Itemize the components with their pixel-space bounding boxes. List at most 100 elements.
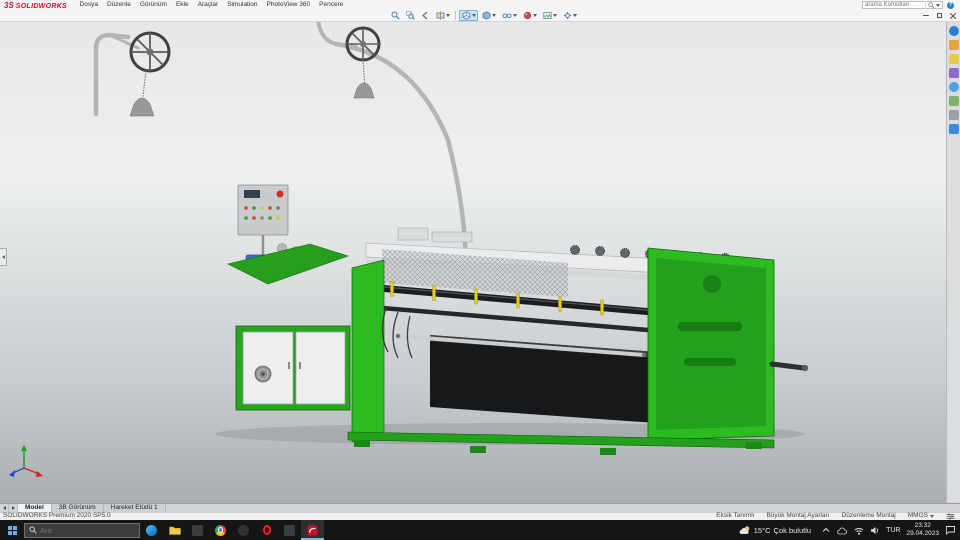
featuremanager-collapsed-tab[interactable]: [0, 248, 7, 266]
3d-viewport-canvas[interactable]: [0, 22, 960, 503]
edge-icon: [146, 525, 157, 536]
zoom-to-area-icon: [406, 11, 415, 20]
status-right-cluster: Eksik Tanımlı Büyük Montaj Ayarları Düze…: [716, 513, 957, 520]
command-search-input[interactable]: [863, 2, 925, 8]
appearances-scenes-icon[interactable]: [949, 82, 959, 92]
help-icon[interactable]: ?: [947, 2, 954, 9]
menu-dosya[interactable]: Dosya: [75, 0, 102, 10]
taskbar-app-edge[interactable]: [140, 520, 163, 540]
action-center-icon[interactable]: [945, 525, 956, 535]
taskbar-weather-widget[interactable]: 15°C Çok bulutlu: [735, 520, 815, 540]
search-icon: [29, 526, 37, 534]
menu-ekle[interactable]: Ekle: [171, 0, 193, 10]
menu-simulation[interactable]: Simulation: [223, 0, 262, 10]
taskbar-app-opera[interactable]: [255, 520, 278, 540]
view-palette-icon[interactable]: [949, 68, 959, 78]
menu-gorunum[interactable]: Görünüm: [135, 0, 171, 10]
right-end-frame: [648, 248, 774, 440]
weather-temp: 15°C: [754, 526, 771, 535]
taskbar-app-dark-1[interactable]: [186, 520, 209, 540]
status-bar: SOLIDWORKS Premium 2020 SP5.0 Eksik Tanı…: [0, 512, 960, 520]
hoses: [382, 308, 412, 358]
heads-up-toolbar: [0, 10, 960, 22]
command-search-box[interactable]: [862, 1, 943, 9]
design-library-icon[interactable]: [949, 40, 959, 50]
solidworks-forum-icon[interactable]: [949, 110, 959, 120]
solidworks-add-ins-icon[interactable]: [949, 124, 959, 134]
chrome-icon: [215, 525, 226, 536]
previous-view-icon: [421, 11, 430, 20]
chevron-down-icon: [533, 14, 537, 17]
appearance-sphere-icon: [523, 11, 532, 20]
chevron-down-icon: [472, 14, 476, 17]
speaker-icon[interactable]: [870, 526, 880, 535]
tab-motion-study-1[interactable]: Hareket Etüdü 1: [104, 504, 166, 512]
chevron-down-icon: [492, 14, 496, 17]
taskbar-search-box[interactable]: [24, 523, 140, 538]
view-orientation-button[interactable]: [459, 10, 478, 21]
menu-photoview-360[interactable]: PhotoView 360: [262, 0, 315, 10]
zoom-to-fit-icon: [391, 11, 400, 20]
close-icon[interactable]: [950, 13, 956, 19]
solidworks-logo: 3S SOLIDWORKS: [4, 1, 67, 10]
wire-spool-wheel-right[interactable]: [347, 28, 379, 98]
tab-3d-views[interactable]: 3B Görünüm: [52, 504, 104, 512]
graphics-area[interactable]: [0, 22, 960, 503]
search-icon: [928, 2, 935, 9]
electrical-cabinet[interactable]: [236, 326, 350, 410]
chevron-down-icon: [573, 14, 577, 17]
toolbar-separator: [455, 11, 456, 20]
solidworks-window: 3S SOLIDWORKS Dosya Düzenle Görünüm Ekle…: [0, 0, 960, 540]
tab-scroll-left[interactable]: [0, 504, 9, 512]
section-view-button[interactable]: [433, 10, 452, 21]
taskbar-app-solidworks[interactable]: [301, 520, 324, 540]
task-pane: [946, 22, 960, 503]
cad-model-machine[interactable]: [215, 228, 808, 455]
hidden-icons-chevron-icon[interactable]: [821, 526, 831, 534]
edit-appearance-button[interactable]: [520, 10, 539, 21]
restore-icon[interactable]: [937, 13, 942, 18]
onedrive-cloud-icon[interactable]: [837, 526, 848, 535]
apply-scene-button[interactable]: [540, 10, 559, 21]
zoom-to-fit-button[interactable]: [388, 10, 402, 21]
taskbar-app-dark-3[interactable]: [278, 520, 301, 540]
opera-icon: [263, 525, 271, 535]
start-button[interactable]: [0, 520, 24, 540]
view-settings-button[interactable]: [560, 10, 579, 21]
menu-araclar[interactable]: Araçlar: [193, 0, 223, 10]
tab-model[interactable]: Model: [18, 504, 52, 512]
document-window-controls: [923, 10, 956, 21]
display-style-button[interactable]: [479, 10, 498, 21]
wire-infeed-section: [228, 244, 348, 285]
taskbar-app-dark-2[interactable]: [232, 520, 255, 540]
unit-system-selector[interactable]: MMGS: [908, 513, 934, 520]
zoom-to-area-button[interactable]: [403, 10, 417, 21]
tab-scroll-right[interactable]: [9, 504, 18, 512]
taskbar-search-input[interactable]: [40, 526, 124, 535]
logo-text: SOLIDWORKS: [16, 3, 67, 10]
chevron-down-icon: [446, 14, 450, 17]
status-options-icon[interactable]: [946, 513, 955, 520]
view-settings-icon: [563, 11, 572, 20]
solidworks-resources-icon[interactable]: [949, 26, 959, 36]
custom-properties-icon[interactable]: [949, 96, 959, 106]
minimize-icon[interactable]: [923, 15, 929, 16]
language-indicator[interactable]: TUR: [886, 527, 900, 534]
taskbar-app-chrome[interactable]: [209, 520, 232, 540]
taskbar-app-file-explorer[interactable]: [163, 520, 186, 540]
app-icon: [238, 525, 249, 536]
folder-icon: [169, 525, 181, 535]
large-assembly-settings-label[interactable]: Büyük Montaj Ayarları: [766, 513, 829, 520]
orientation-triad: [9, 445, 43, 477]
hide-show-items-button[interactable]: [499, 10, 519, 21]
network-icon[interactable]: [854, 526, 864, 535]
menu-pencere[interactable]: Pencere: [315, 0, 348, 10]
menu-duzenle[interactable]: Düzenle: [102, 0, 135, 10]
view-toolbar-icons: [388, 10, 579, 21]
chevron-down-icon: [936, 4, 940, 7]
system-tray: 15°C Çok bulutlu TUR 23:32 29.04.2023: [735, 520, 960, 540]
previous-view-button[interactable]: [418, 10, 432, 21]
taskbar-clock[interactable]: 23:32 29.04.2023: [906, 522, 939, 538]
search-scope-button[interactable]: [925, 1, 942, 9]
file-explorer-icon[interactable]: [949, 54, 959, 64]
